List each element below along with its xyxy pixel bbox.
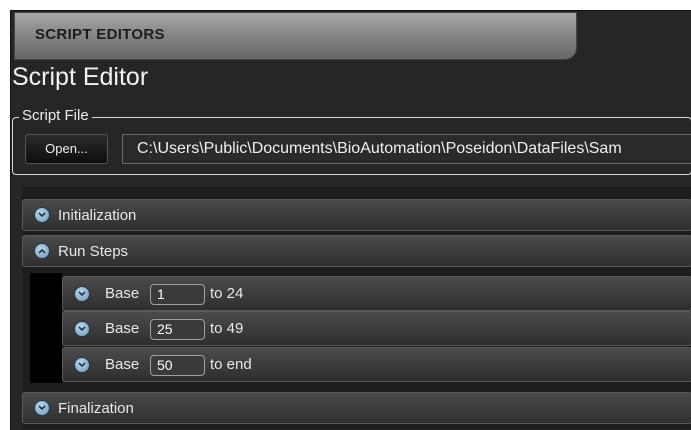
base-start-input[interactable]: 1	[150, 284, 205, 305]
chevron-down-icon[interactable]	[34, 400, 50, 416]
step-row[interactable]: Base 50 to end	[62, 347, 691, 382]
base-start-input[interactable]: 50	[150, 355, 205, 376]
base-label: Base	[105, 356, 140, 373]
open-button[interactable]: Open...	[25, 134, 108, 164]
base-label: Base	[105, 320, 140, 337]
step-row[interactable]: Base 1 to 24	[62, 276, 691, 311]
chevron-down-icon[interactable]	[74, 357, 90, 373]
section-initialization[interactable]: Initialization	[22, 199, 691, 231]
chevron-down-icon[interactable]	[74, 286, 90, 302]
section-finalization[interactable]: Finalization	[22, 392, 691, 424]
section-label: Initialization	[58, 207, 137, 224]
chevron-down-icon[interactable]	[74, 321, 90, 337]
range-label: to end	[210, 356, 252, 373]
chevron-down-icon[interactable]	[34, 207, 50, 223]
script-editors-tab[interactable]: SCRIPT EDITORS	[14, 12, 577, 60]
base-start-input[interactable]: 25	[150, 319, 205, 340]
section-run-steps[interactable]: Run Steps	[22, 235, 691, 267]
range-label: to 49	[210, 320, 244, 337]
script-file-legend: Script File	[19, 107, 92, 124]
base-label: Base	[105, 285, 140, 302]
range-label: to 24	[210, 285, 244, 302]
chevron-up-icon[interactable]	[34, 243, 50, 259]
script-file-group: Script File Open... C:\Users\Public\Docu…	[12, 107, 691, 175]
script-path-field[interactable]: C:\Users\Public\Documents\BioAutomation\…	[122, 134, 691, 164]
section-label: Finalization	[58, 400, 134, 417]
page-title: Script Editor	[12, 63, 149, 91]
run-steps-gutter	[30, 273, 62, 383]
section-label: Run Steps	[58, 243, 129, 260]
step-row[interactable]: Base 25 to 49	[62, 311, 691, 346]
tab-label: SCRIPT EDITORS	[35, 26, 165, 43]
